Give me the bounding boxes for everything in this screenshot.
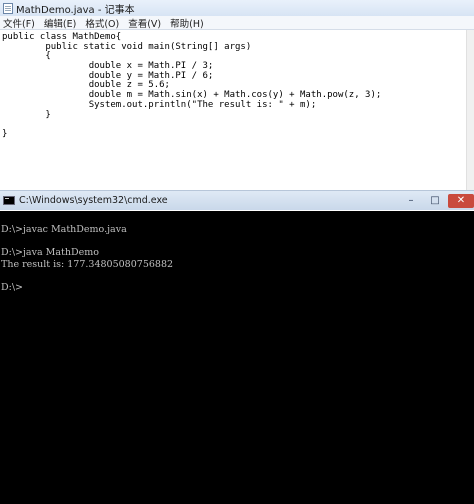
- menu-file[interactable]: 文件(F): [3, 16, 35, 30]
- cmd-console[interactable]: D:\>javac MathDemo.java D:\>java MathDem…: [0, 211, 474, 504]
- menu-edit[interactable]: 编辑(E): [44, 16, 76, 30]
- minimize-button[interactable]: –: [400, 194, 422, 208]
- code-line: System.out.println("The result is: " + m…: [2, 99, 317, 110]
- cmd-title-bar[interactable]: C:\Windows\system32\cmd.exe – □ ✕: [0, 190, 474, 210]
- code-line: }: [2, 109, 51, 120]
- notepad-text-area[interactable]: public class MathDemo{ public static voi…: [0, 30, 466, 190]
- notepad-vertical-scrollbar[interactable]: [466, 30, 474, 190]
- cmd-icon: [3, 196, 15, 205]
- notepad-icon: [3, 2, 13, 14]
- code-line: }: [2, 128, 8, 139]
- menu-format[interactable]: 格式(O): [85, 16, 119, 30]
- console-prompt: D:\>: [1, 281, 23, 293]
- menu-help[interactable]: 帮助(H): [170, 16, 204, 30]
- console-line: D:\>java MathDemo: [1, 247, 99, 259]
- notepad-window-title: MathDemo.java - 记事本: [16, 4, 135, 16]
- window-controls: – □ ✕: [398, 191, 474, 210]
- notepad-menu-bar: 文件(F) 编辑(E) 格式(O) 查看(V) 帮助(H): [0, 16, 474, 30]
- console-line: The result is: 177.34805080756882: [1, 258, 174, 270]
- menu-view[interactable]: 查看(V): [128, 16, 161, 30]
- cmd-window-title: C:\Windows\system32\cmd.exe: [19, 195, 168, 206]
- code-line: public static void main(String[] args): [2, 41, 252, 52]
- close-button[interactable]: ✕: [448, 193, 474, 208]
- maximize-button[interactable]: □: [424, 194, 446, 208]
- notepad-title-bar[interactable]: MathDemo.java - 记事本: [0, 0, 474, 16]
- console-line: D:\>javac MathDemo.java: [1, 224, 127, 235]
